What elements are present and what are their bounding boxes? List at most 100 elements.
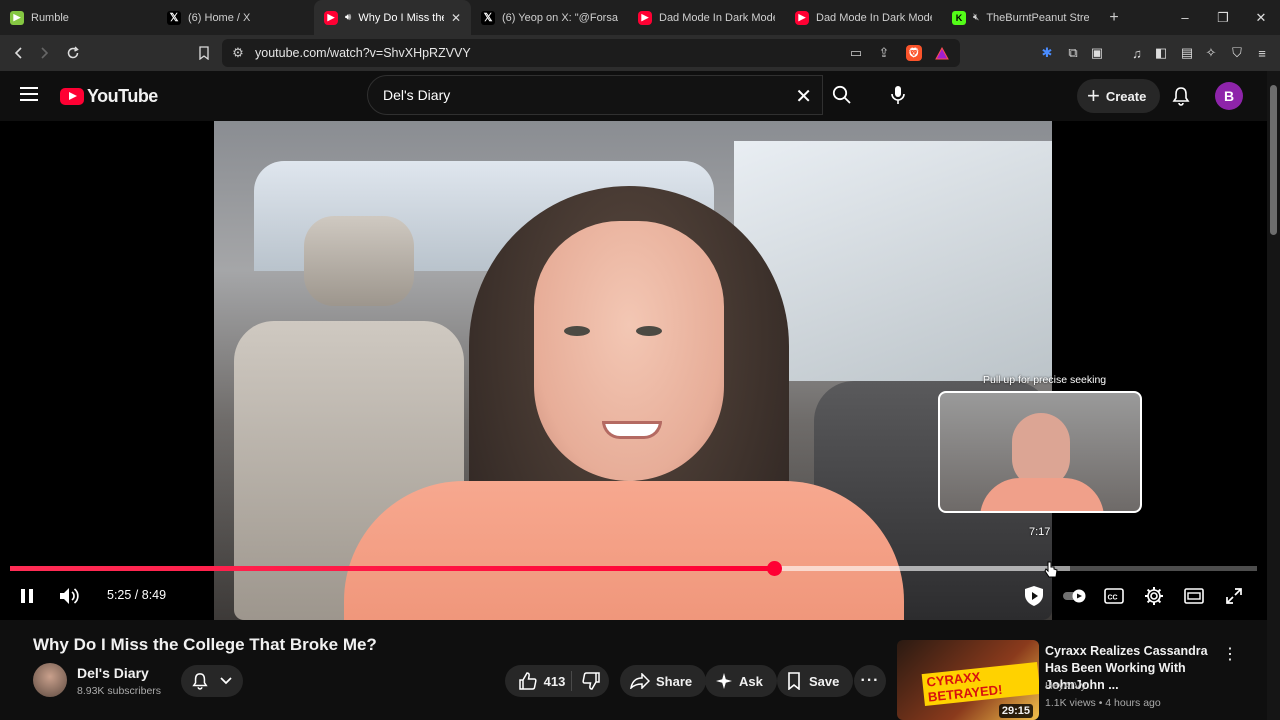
youtube-logo[interactable]: YouTube [60, 86, 158, 107]
subtitles-button[interactable]: CC [1103, 584, 1125, 608]
seek-hint-text: Pull up for precise seeking [983, 374, 1107, 386]
vpn-shield-icon[interactable]: ⛉ [1228, 44, 1246, 62]
tab-x-home[interactable]: 𝕏 (6) Home / X [157, 0, 314, 35]
bell-icon [1172, 87, 1190, 106]
back-arrow-icon [14, 47, 22, 59]
autoplay-toggle-icon [1063, 589, 1086, 603]
subscription-notifications-button[interactable] [181, 665, 243, 697]
search-box: ✕ [367, 75, 823, 115]
tab-close-icon[interactable]: ✕ [451, 11, 461, 25]
tab-title: Rumble [31, 11, 69, 24]
youtube-icon: ▶ [795, 10, 809, 25]
guide-menu-icon[interactable] [20, 87, 38, 101]
share-icon[interactable]: ⇪ [876, 45, 892, 61]
extensions-icon[interactable]: ⧉ [1064, 44, 1082, 62]
settings-button[interactable] [1143, 584, 1165, 608]
create-label: Create [1105, 88, 1147, 104]
kick-icon: K [952, 10, 966, 25]
pause-button[interactable] [16, 584, 38, 608]
leo-ai-icon[interactable]: ✧ [1202, 44, 1220, 62]
tab-kick[interactable]: K 🔇︎ TheBurntPeanut Strea [942, 0, 1099, 35]
window-controls: – ❐ ✕ [1166, 0, 1280, 35]
person-eye-left [564, 326, 590, 336]
miniplayer-button[interactable] [1183, 584, 1205, 608]
restore-button[interactable]: ❐ [1204, 0, 1242, 35]
played-bar [10, 566, 775, 571]
tab-youtube-active[interactable]: ▶ 🔊︎ Why Do I Miss the ✕ [314, 0, 471, 35]
url-bar[interactable]: ⚙︎ youtube.com/watch?v=ShvXHpRZVVY ▭ ⇪ 🦁… [222, 39, 960, 67]
save-button[interactable]: Save [777, 665, 854, 697]
ask-label: Ask [739, 673, 763, 689]
tab-title: Dad Mode In Dark Mode [816, 11, 932, 24]
clear-search-icon[interactable]: ✕ [795, 84, 812, 109]
miniplayer-icon [1184, 588, 1204, 604]
like-count: 413 [543, 673, 566, 689]
recommended-more-icon[interactable]: ⋮ [1222, 644, 1238, 664]
like-button[interactable]: 413 [505, 672, 571, 690]
tab-rumble[interactable]: ▶ Rumble [0, 0, 157, 35]
forward-button[interactable] [31, 38, 56, 68]
close-window-button[interactable]: ✕ [1242, 0, 1280, 35]
volume-button[interactable] [58, 584, 82, 608]
autoplay-toggle[interactable] [1062, 584, 1088, 608]
page-scrollbar[interactable] [1267, 71, 1280, 720]
bookmark-icon [788, 672, 800, 690]
share-label: Share [656, 673, 693, 689]
video-player[interactable]: Pull up for precise seeking 7:17 5:25 / … [0, 121, 1267, 620]
tab-title: TheBurntPeanut Strea [986, 11, 1089, 24]
youtube-wordmark: YouTube [87, 86, 158, 106]
share-button[interactable]: Share [620, 665, 707, 697]
plus-icon: + [1087, 83, 1100, 108]
bookmark-icon[interactable] [196, 45, 212, 61]
scrollbar-thumb[interactable] [1270, 85, 1277, 235]
reload-icon [67, 46, 79, 59]
recommended-channel[interactable]: HeyArVy [1045, 680, 1086, 692]
tab-youtube-dadmode-1[interactable]: ▶ Dad Mode In Dark Mode [628, 0, 785, 35]
person-eye-right [636, 326, 662, 336]
channel-name[interactable]: Del's Diary [77, 665, 149, 681]
ad-blocker-button[interactable] [1022, 584, 1046, 608]
microphone-icon [891, 86, 905, 104]
ask-button[interactable]: Ask [705, 665, 777, 697]
tab-youtube-dadmode-2[interactable]: ▶ Dad Mode In Dark Mode [785, 0, 942, 35]
voice-search-button[interactable] [878, 75, 918, 115]
extension-box-icon[interactable]: ▣ [1088, 44, 1106, 62]
url-text[interactable]: youtube.com/watch?v=ShvXHpRZVVY [255, 46, 471, 60]
create-button[interactable]: + Create [1077, 79, 1161, 113]
recommended-thumbnail[interactable]: CYRAXX BETRAYED! 29:15 [897, 640, 1039, 720]
video-frame[interactable] [214, 121, 1052, 620]
bell-icon [192, 673, 208, 690]
reload-button[interactable] [60, 38, 85, 68]
site-settings-icon[interactable]: ⚙︎ [230, 45, 246, 61]
music-icon[interactable]: ♫ [1128, 44, 1146, 62]
audio-playing-icon[interactable]: 🔊︎ [345, 12, 351, 23]
vpn-icon[interactable]: ✱ [1038, 44, 1056, 62]
brave-rewards-icon[interactable] [934, 45, 950, 61]
menu-icon[interactable]: ≡ [1253, 44, 1271, 62]
progress-bar[interactable] [10, 561, 1257, 576]
forward-arrow-icon [40, 47, 48, 59]
sidebar-icon[interactable]: ◧ [1152, 44, 1170, 62]
youtube-header: YouTube ✕ + Create B [0, 71, 1280, 121]
minimize-button[interactable]: – [1166, 0, 1204, 35]
search-button[interactable] [820, 75, 864, 115]
channel-avatar[interactable] [33, 663, 67, 697]
address-toolbar: ⚙︎ youtube.com/watch?v=ShvXHpRZVVY ▭ ⇪ 🦁… [0, 35, 1280, 71]
recommended-meta: 1.1K views • 4 hours ago [1045, 697, 1161, 709]
back-button[interactable] [6, 38, 31, 68]
more-actions-button[interactable]: ··· [854, 665, 886, 697]
brave-shield-icon[interactable]: 🦁︎ [906, 45, 922, 61]
notifications-button[interactable] [1168, 83, 1194, 109]
cast-icon[interactable]: ▭ [848, 45, 864, 61]
thumbnail-badge: CYRAXX BETRAYED! [921, 662, 1039, 706]
search-input[interactable] [383, 87, 763, 103]
muted-icon[interactable]: 🔇︎ [973, 12, 979, 23]
fullscreen-button[interactable] [1223, 584, 1245, 608]
seek-preview-time: 7:17 [1029, 526, 1051, 538]
tab-x-post[interactable]: 𝕏 (6) Yeop on X: "@Forsaken [471, 0, 628, 35]
dislike-button[interactable] [572, 672, 609, 690]
youtube-icon: ▶ [638, 10, 652, 25]
account-avatar[interactable]: B [1215, 82, 1243, 110]
wallet-icon[interactable]: ▤ [1178, 44, 1196, 62]
new-tab-button[interactable]: + [1099, 9, 1129, 27]
